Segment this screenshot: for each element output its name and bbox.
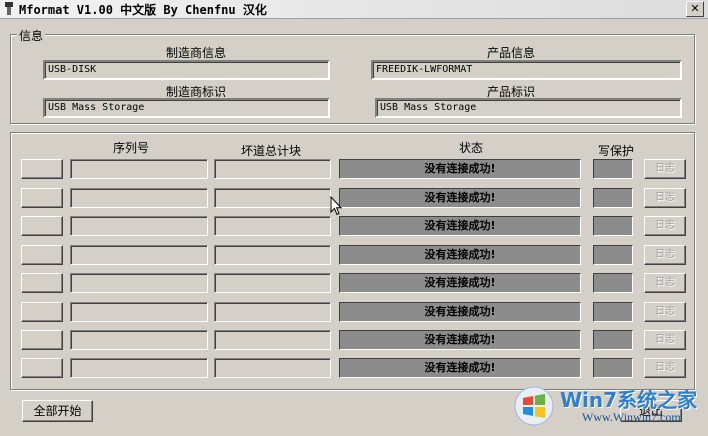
bad-blocks-field[interactable] xyxy=(214,245,331,265)
windows-logo-icon xyxy=(514,386,554,426)
serial-number-field[interactable] xyxy=(70,159,208,179)
product-info-label: 产品信息 xyxy=(486,46,535,60)
status-field: 没有连接成功! xyxy=(339,216,581,236)
device-row: 没有连接成功! 日志 xyxy=(11,187,694,209)
device-select-button[interactable] xyxy=(21,302,63,322)
write-protect-indicator xyxy=(593,358,633,378)
serial-number-field[interactable] xyxy=(70,302,208,322)
watermark-brand: Win7系统之家 xyxy=(560,388,698,412)
status-field: 没有连接成功! xyxy=(339,245,581,265)
log-button[interactable]: 日志 xyxy=(644,159,686,179)
device-table-group: 序列号 坏道总计块 状态 写保护 没有连接成功! 日志 没有连接成功! 日志 没… xyxy=(10,132,695,390)
device-select-button[interactable] xyxy=(21,216,63,236)
bad-blocks-field[interactable] xyxy=(214,330,331,350)
device-select-button[interactable] xyxy=(21,330,63,350)
info-group: 信息 制造商信息 USB-DISK 产品信息 FREEDIK-LWFORMAT … xyxy=(10,27,695,124)
manufacturer-info-field[interactable]: USB-DISK xyxy=(43,60,330,80)
write-protect-indicator xyxy=(593,245,633,265)
log-button[interactable]: 日志 xyxy=(644,330,686,350)
device-select-button[interactable] xyxy=(21,245,63,265)
status-header: 状态 xyxy=(458,141,483,155)
status-field: 没有连接成功! xyxy=(339,159,581,179)
bad-blocks-field[interactable] xyxy=(214,273,331,293)
device-select-button[interactable] xyxy=(21,159,63,179)
device-row: 没有连接成功! 日志 xyxy=(11,244,694,266)
close-button[interactable]: ✕ xyxy=(686,1,704,17)
log-button[interactable]: 日志 xyxy=(644,245,686,265)
bad-blocks-header: 坏道总计块 xyxy=(240,144,301,158)
app-icon xyxy=(5,2,13,15)
product-id-field[interactable]: USB Mass Storage xyxy=(375,98,682,118)
serial-number-field[interactable] xyxy=(70,216,208,236)
device-row: 没有连接成功! 日志 xyxy=(11,357,694,379)
device-select-button[interactable] xyxy=(21,358,63,378)
mouse-cursor-icon xyxy=(330,196,342,216)
serial-number-field[interactable] xyxy=(70,330,208,350)
write-protect-indicator xyxy=(593,188,633,208)
serial-number-field[interactable] xyxy=(70,358,208,378)
watermark: Win7系统之家 Www.Winwin7.com xyxy=(510,380,706,434)
window-title: Mformat V1.00 中文版 By Chenfnu 汉化 xyxy=(19,3,267,17)
device-select-button[interactable] xyxy=(21,188,63,208)
bad-blocks-field[interactable] xyxy=(214,302,331,322)
title-bar[interactable]: Mformat V1.00 中文版 By Chenfnu 汉化 ✕ xyxy=(0,0,708,19)
log-button[interactable]: 日志 xyxy=(644,216,686,236)
write-protect-header: 写保护 xyxy=(597,144,634,158)
log-button[interactable]: 日志 xyxy=(644,302,686,322)
serial-number-field[interactable] xyxy=(70,245,208,265)
bad-blocks-field[interactable] xyxy=(214,188,331,208)
log-button[interactable]: 日志 xyxy=(644,273,686,293)
write-protect-indicator xyxy=(593,302,633,322)
bad-blocks-field[interactable] xyxy=(214,358,331,378)
device-row: 没有连接成功! 日志 xyxy=(11,158,694,180)
log-button[interactable]: 日志 xyxy=(644,358,686,378)
status-field: 没有连接成功! xyxy=(339,273,581,293)
watermark-url: Www.Winwin7.com xyxy=(582,410,681,424)
status-field: 没有连接成功! xyxy=(339,330,581,350)
write-protect-indicator xyxy=(593,216,633,236)
log-button[interactable]: 日志 xyxy=(644,188,686,208)
start-all-button[interactable]: 全部开始 xyxy=(22,400,93,422)
write-protect-indicator xyxy=(593,330,633,350)
bad-blocks-field[interactable] xyxy=(214,216,331,236)
manufacturer-info-label: 制造商信息 xyxy=(165,46,226,60)
serial-number-header: 序列号 xyxy=(112,141,149,155)
product-info-field[interactable]: FREEDIK-LWFORMAT xyxy=(371,60,682,80)
status-field: 没有连接成功! xyxy=(339,358,581,378)
status-field: 没有连接成功! xyxy=(339,302,581,322)
bad-blocks-field[interactable] xyxy=(214,159,331,179)
serial-number-field[interactable] xyxy=(70,273,208,293)
device-row: 没有连接成功! 日志 xyxy=(11,215,694,237)
info-group-caption: 信息 xyxy=(17,27,46,44)
device-row: 没有连接成功! 日志 xyxy=(11,301,694,323)
write-protect-indicator xyxy=(593,273,633,293)
device-select-button[interactable] xyxy=(21,273,63,293)
serial-number-field[interactable] xyxy=(70,188,208,208)
device-row: 没有连接成功! 日志 xyxy=(11,272,694,294)
status-field: 没有连接成功! xyxy=(339,188,581,208)
write-protect-indicator xyxy=(593,159,633,179)
device-row: 没有连接成功! 日志 xyxy=(11,329,694,351)
manufacturer-id-field[interactable]: USB Mass Storage xyxy=(43,98,330,118)
